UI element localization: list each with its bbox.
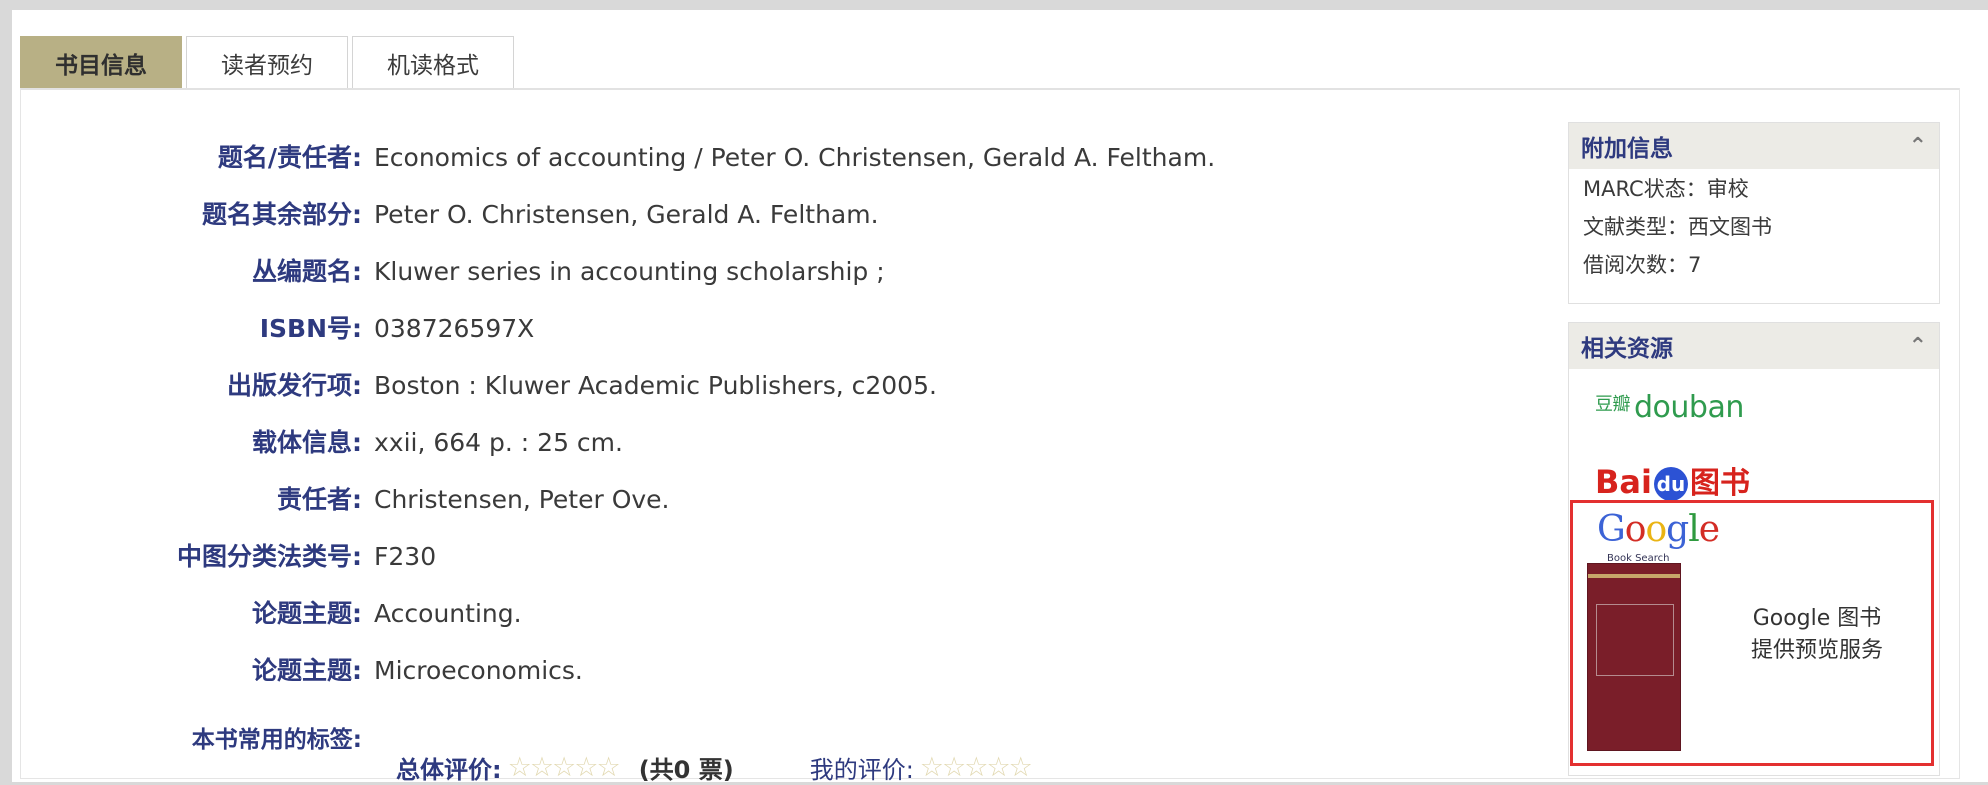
star-icon: ☆ (507, 752, 532, 783)
field-value: Accounting. (374, 599, 522, 628)
field-label: 出版发行项: (227, 371, 362, 400)
rating-row: 总体评价: ☆ ☆ ☆ ☆ ☆ (共0 票) 我的评价: ☆ ☆ ☆ ☆ ☆ (396, 750, 1033, 785)
star-icon: ☆ (552, 752, 577, 783)
field-label: ISBN号: (259, 314, 362, 343)
field-label: 责任者: (277, 485, 362, 514)
baidu-logo: Bai du 图书 (1595, 463, 1750, 501)
related-resources-header: 相关资源 ⌃ (1569, 323, 1939, 369)
star-icon[interactable]: ☆ (1009, 752, 1033, 783)
extra-info-title: 附加信息 (1581, 136, 1673, 162)
extra-info-panel: 附加信息 ⌃ MARC状态：审校 文献类型：西文图书 借阅次数：7 (1568, 122, 1940, 304)
field-row: 论题主题: Accounting. (28, 594, 1508, 651)
field-label: 论题主题: (252, 656, 362, 685)
field-row: 责任者: Christensen, Peter Ove. (28, 480, 1508, 537)
field-label: 论题主题: (252, 599, 362, 628)
field-value: xxii, 664 p. : 25 cm. (374, 428, 623, 457)
tab-bibliographic-info[interactable]: 书目信息 (20, 36, 182, 88)
google-books-preview[interactable]: Google Book Search Google 图书 提供预览服务 (1570, 500, 1934, 766)
marc-status: MARC状态：审校 (1583, 177, 1749, 201)
douban-link[interactable]: 豆瓣 douban (1569, 369, 1939, 445)
double-chevron-up-icon[interactable]: ⌃ (1909, 134, 1927, 159)
field-label: 中图分类法类号: (177, 542, 362, 571)
field-label: 丛编题名: (252, 257, 362, 286)
field-value: Peter O. Christensen, Gerald A. Feltham. (374, 200, 879, 229)
field-value: Microeconomics. (374, 656, 583, 685)
star-icon[interactable]: ☆ (964, 752, 988, 783)
star-icon[interactable]: ☆ (920, 752, 944, 783)
field-label: 题名/责任者: (217, 143, 362, 172)
field-label: 题名其余部分: (202, 200, 362, 229)
field-row: 载体信息: xxii, 664 p. : 25 cm. (28, 423, 1508, 480)
extra-info-header: 附加信息 ⌃ (1569, 123, 1939, 169)
document-type: 文献类型：西文图书 (1583, 215, 1772, 239)
overall-rating-stars: ☆ ☆ ☆ ☆ ☆ (507, 752, 621, 783)
bibliographic-fields: 题名/责任者: Economics of accounting / Peter … (28, 138, 1508, 708)
field-row: 题名其余部分: Peter O. Christensen, Gerald A. … (28, 195, 1508, 252)
field-value: Boston : Kluwer Academic Publishers, c20… (374, 371, 937, 400)
overall-rating-label: 总体评价: (396, 756, 502, 784)
tab-bar: 书目信息 读者预约 机读格式 (20, 34, 518, 88)
tab-marc-format[interactable]: 机读格式 (352, 36, 514, 88)
my-rating-stars[interactable]: ☆ ☆ ☆ ☆ ☆ (920, 752, 1033, 783)
google-preview-text: Google 图书 提供预览服务 (1751, 606, 1884, 663)
tab-reader-reservation[interactable]: 读者预约 (186, 36, 348, 88)
douban-logo: 豆瓣 douban (1595, 389, 1744, 425)
star-icon: ☆ (574, 752, 599, 783)
my-rating-label: 我的评价: (809, 756, 914, 784)
field-label: 载体信息: (252, 428, 362, 457)
star-icon[interactable]: ☆ (942, 752, 966, 783)
tags-label: 本书常用的标签: (191, 727, 362, 753)
field-row: 论题主题: Microeconomics. (28, 651, 1508, 708)
star-icon: ☆ (596, 752, 621, 783)
star-icon[interactable]: ☆ (986, 752, 1010, 783)
borrow-count: 借阅次数：7 (1583, 253, 1702, 277)
field-row: ISBN号: 038726597X (28, 309, 1508, 366)
related-resources-title: 相关资源 (1581, 336, 1673, 362)
field-value: 038726597X (374, 314, 535, 343)
double-chevron-up-icon[interactable]: ⌃ (1909, 334, 1927, 359)
google-logo: Google (1597, 509, 1720, 550)
star-icon: ☆ (529, 752, 555, 783)
field-value: F230 (374, 542, 437, 571)
book-cover-image[interactable] (1587, 563, 1681, 751)
field-row: 中图分类法类号: F230 (28, 537, 1508, 594)
vote-count: (共0 票) (638, 756, 734, 784)
field-row: 题名/责任者: Economics of accounting / Peter … (28, 138, 1508, 195)
field-row: 出版发行项: Boston : Kluwer Academic Publishe… (28, 366, 1508, 423)
field-value: Christensen, Peter Ove. (374, 485, 670, 514)
field-row: 丛编题名: Kluwer series in accounting schola… (28, 252, 1508, 309)
field-value: Kluwer series in accounting scholarship … (374, 257, 885, 286)
field-value: Economics of accounting / Peter O. Chris… (374, 143, 1216, 172)
